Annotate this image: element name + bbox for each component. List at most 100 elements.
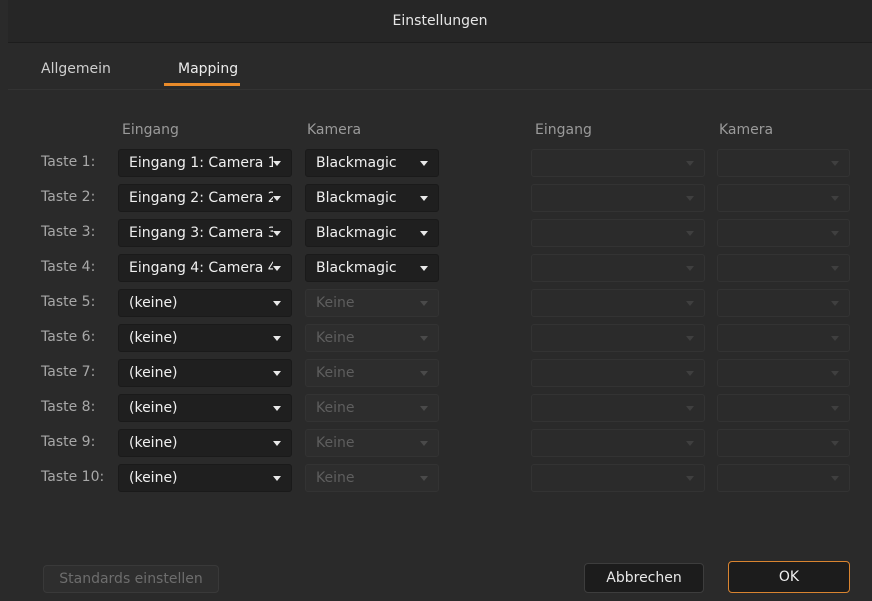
- dialog-title: Einstellungen: [392, 13, 488, 29]
- camera-dropdown-3-value: Blackmagic: [316, 225, 397, 241]
- input-dropdown-4-value: Eingang 4: Camera 4: [129, 260, 273, 276]
- right-input-dropdown-1[interactable]: [531, 149, 705, 177]
- chevron-down-icon: [420, 300, 428, 306]
- chevron-down-icon: [273, 475, 281, 481]
- set-defaults-label: Standards einstellen: [59, 571, 203, 587]
- right-camera-dropdown-5[interactable]: [717, 289, 850, 317]
- chevron-down-icon: [420, 335, 428, 341]
- tab-bar: Allgemein Mapping: [8, 43, 872, 90]
- input-dropdown-2[interactable]: Eingang 2: Camera 2: [118, 184, 292, 212]
- chevron-down-icon: [686, 195, 694, 201]
- camera-dropdown-10-value: Keine: [316, 470, 355, 486]
- tab-mapping[interactable]: Mapping: [178, 61, 238, 77]
- input-dropdown-6[interactable]: (keine): [118, 324, 292, 352]
- camera-dropdown-1-value: Blackmagic: [316, 155, 397, 171]
- chevron-down-icon: [273, 405, 281, 411]
- chevron-down-icon: [831, 265, 839, 271]
- row-label-taste-9: Taste 9:: [41, 434, 96, 450]
- chevron-down-icon: [420, 370, 428, 376]
- right-input-dropdown-8[interactable]: [531, 394, 705, 422]
- right-input-dropdown-7[interactable]: [531, 359, 705, 387]
- right-camera-dropdown-1[interactable]: [717, 149, 850, 177]
- cancel-label: Abbrechen: [606, 570, 682, 586]
- input-dropdown-9-value: (keine): [129, 435, 178, 451]
- right-camera-dropdown-4[interactable]: [717, 254, 850, 282]
- chevron-down-icon: [686, 335, 694, 341]
- right-input-dropdown-9[interactable]: [531, 429, 705, 457]
- input-dropdown-9[interactable]: (keine): [118, 429, 292, 457]
- camera-dropdown-4-value: Blackmagic: [316, 260, 397, 276]
- right-input-dropdown-3[interactable]: [531, 219, 705, 247]
- camera-dropdown-10: Keine: [305, 464, 439, 492]
- camera-dropdown-7: Keine: [305, 359, 439, 387]
- chevron-down-icon: [420, 475, 428, 481]
- right-camera-dropdown-3[interactable]: [717, 219, 850, 247]
- tab-allgemein[interactable]: Allgemein: [41, 61, 111, 77]
- camera-dropdown-4[interactable]: Blackmagic: [305, 254, 439, 282]
- chevron-down-icon: [686, 405, 694, 411]
- chevron-down-icon: [420, 230, 428, 236]
- chevron-down-icon: [273, 440, 281, 446]
- chevron-down-icon: [420, 405, 428, 411]
- chevron-down-icon: [420, 265, 428, 271]
- chevron-down-icon: [831, 230, 839, 236]
- chevron-down-icon: [273, 230, 281, 236]
- input-dropdown-1[interactable]: Eingang 1: Camera 1: [118, 149, 292, 177]
- input-dropdown-8-value: (keine): [129, 400, 178, 416]
- cancel-button[interactable]: Abbrechen: [584, 563, 704, 593]
- right-camera-dropdown-2[interactable]: [717, 184, 850, 212]
- column-header-input-left: Eingang: [122, 122, 179, 138]
- chevron-down-icon: [686, 440, 694, 446]
- right-camera-dropdown-7[interactable]: [717, 359, 850, 387]
- right-camera-dropdown-8[interactable]: [717, 394, 850, 422]
- chevron-down-icon: [420, 195, 428, 201]
- camera-dropdown-9: Keine: [305, 429, 439, 457]
- right-input-dropdown-10[interactable]: [531, 464, 705, 492]
- camera-dropdown-9-value: Keine: [316, 435, 355, 451]
- input-dropdown-5[interactable]: (keine): [118, 289, 292, 317]
- camera-dropdown-8: Keine: [305, 394, 439, 422]
- camera-dropdown-5-value: Keine: [316, 295, 355, 311]
- chevron-down-icon: [420, 160, 428, 166]
- chevron-down-icon: [420, 440, 428, 446]
- camera-dropdown-3[interactable]: Blackmagic: [305, 219, 439, 247]
- camera-dropdown-2-value: Blackmagic: [316, 190, 397, 206]
- column-header-input-right: Eingang: [535, 122, 592, 138]
- row-label-taste-2: Taste 2:: [41, 189, 96, 205]
- column-header-camera-right: Kamera: [719, 122, 774, 138]
- input-dropdown-8[interactable]: (keine): [118, 394, 292, 422]
- right-input-dropdown-6[interactable]: [531, 324, 705, 352]
- right-camera-dropdown-9[interactable]: [717, 429, 850, 457]
- right-input-dropdown-5[interactable]: [531, 289, 705, 317]
- set-defaults-button[interactable]: Standards einstellen: [43, 565, 219, 593]
- camera-dropdown-1[interactable]: Blackmagic: [305, 149, 439, 177]
- chevron-down-icon: [831, 440, 839, 446]
- right-input-dropdown-2[interactable]: [531, 184, 705, 212]
- row-label-taste-1: Taste 1:: [41, 154, 96, 170]
- chevron-down-icon: [831, 370, 839, 376]
- input-dropdown-3[interactable]: Eingang 3: Camera 3: [118, 219, 292, 247]
- row-label-taste-3: Taste 3:: [41, 224, 96, 240]
- chevron-down-icon: [831, 300, 839, 306]
- chevron-down-icon: [831, 475, 839, 481]
- ok-button[interactable]: OK: [728, 561, 850, 593]
- chevron-down-icon: [831, 160, 839, 166]
- chevron-down-icon: [831, 195, 839, 201]
- dialog-title-bar: Einstellungen: [8, 0, 872, 43]
- input-dropdown-10-value: (keine): [129, 470, 178, 486]
- right-input-dropdown-4[interactable]: [531, 254, 705, 282]
- camera-dropdown-2[interactable]: Blackmagic: [305, 184, 439, 212]
- chevron-down-icon: [273, 160, 281, 166]
- input-dropdown-4[interactable]: Eingang 4: Camera 4: [118, 254, 292, 282]
- input-dropdown-7-value: (keine): [129, 365, 178, 381]
- camera-dropdown-5: Keine: [305, 289, 439, 317]
- input-dropdown-7[interactable]: (keine): [118, 359, 292, 387]
- row-label-taste-7: Taste 7:: [41, 364, 96, 380]
- input-dropdown-5-value: (keine): [129, 295, 178, 311]
- right-camera-dropdown-6[interactable]: [717, 324, 850, 352]
- input-dropdown-10[interactable]: (keine): [118, 464, 292, 492]
- right-camera-dropdown-10[interactable]: [717, 464, 850, 492]
- chevron-down-icon: [686, 475, 694, 481]
- active-tab-indicator: [164, 83, 240, 86]
- row-label-taste-5: Taste 5:: [41, 294, 96, 310]
